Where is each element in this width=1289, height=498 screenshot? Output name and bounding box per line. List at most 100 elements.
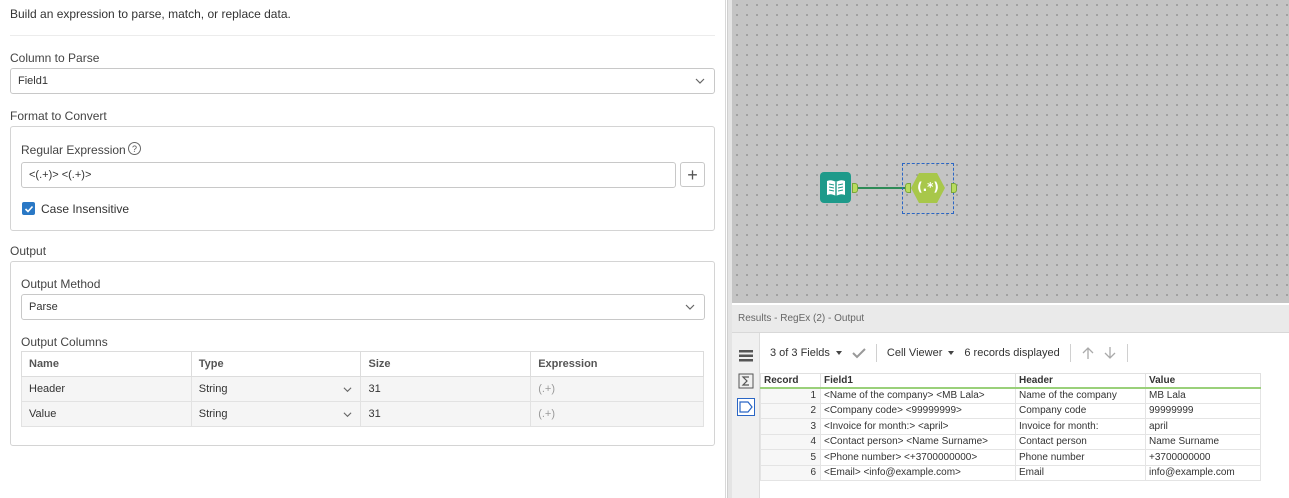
- tool-description: Build an expression to parse, match, or …: [10, 7, 291, 21]
- case-insensitive-checkbox[interactable]: [22, 202, 35, 215]
- table-view-icon[interactable]: [737, 347, 755, 365]
- column-header-size[interactable]: Size: [360, 351, 532, 377]
- regex-tool[interactable]: (.*): [911, 172, 945, 204]
- add-expression-button[interactable]: +: [680, 162, 705, 187]
- output-name-cell[interactable]: Value: [21, 401, 192, 427]
- value-cell[interactable]: info@example.com: [1145, 464, 1261, 481]
- input-data-tool[interactable]: [820, 172, 851, 203]
- chevron-down-icon: [344, 387, 352, 393]
- table-row[interactable]: 2 <Company code> <99999999> Company code…: [760, 402, 1261, 419]
- fields-selector-label: 3 of 3 Fields: [770, 347, 830, 359]
- table-row[interactable]: 1 <Name of the company> <MB Lala> Name o…: [760, 387, 1261, 404]
- column-header-field1[interactable]: Field1: [820, 373, 1016, 389]
- output-type-cell[interactable]: String: [190, 376, 362, 402]
- book-icon: [826, 179, 845, 196]
- column-header-name[interactable]: Name: [21, 351, 192, 377]
- table-row[interactable]: 5 <Phone number> <+3700000000> Phone num…: [760, 449, 1261, 466]
- table-row: Header String 31 (.+): [21, 376, 704, 402]
- grid-header-row: Record Field1 Header Value: [760, 373, 1261, 389]
- help-icon[interactable]: ?: [128, 142, 141, 155]
- arrow-down-icon[interactable]: [1103, 346, 1117, 360]
- output-expression-cell: (.+): [530, 376, 704, 402]
- output-method-select[interactable]: Parse: [21, 294, 705, 320]
- record-number: 2: [760, 402, 821, 419]
- caret-down-icon: [835, 351, 842, 355]
- output-name-cell[interactable]: Header: [21, 376, 192, 402]
- field1-cell[interactable]: <Name of the company> <MB Lala>: [820, 387, 1016, 404]
- value-cell[interactable]: Name Surname: [1145, 433, 1261, 450]
- output-type-value: String: [198, 383, 228, 395]
- connection-line[interactable]: [858, 187, 906, 189]
- record-number: 4: [760, 433, 821, 450]
- chevron-down-icon: [695, 78, 705, 84]
- records-displayed: 6 records displayed: [964, 347, 1060, 359]
- column-header-header[interactable]: Header: [1015, 373, 1146, 389]
- header-cell[interactable]: Invoice for month:: [1015, 418, 1146, 435]
- output-method-value: Parse: [29, 301, 58, 313]
- table-row: Value String 31 (.+): [21, 401, 704, 427]
- value-cell[interactable]: april: [1145, 418, 1261, 435]
- column-header-record[interactable]: Record: [760, 373, 821, 389]
- results-sidebar: [732, 333, 760, 498]
- toolbar-separator: [1126, 344, 1128, 362]
- value-cell[interactable]: MB Lala: [1145, 387, 1261, 404]
- output-anchor[interactable]: [951, 183, 957, 193]
- record-number: 6: [760, 464, 821, 481]
- output-expression-cell: (.+): [530, 401, 704, 427]
- divider: [10, 35, 715, 36]
- format-to-convert-box: Regular Expression ? <(.+)> <(.+)> + Cas…: [10, 126, 715, 231]
- table-row[interactable]: 3 <Invoice for month:> <april> Invoice f…: [760, 418, 1261, 435]
- results-toolbar: 3 of 3 Fields Cell Viewer 6 records disp…: [760, 333, 1289, 373]
- regex-label: Regular Expression: [21, 143, 126, 157]
- field1-cell[interactable]: <Invoice for month:> <april>: [820, 418, 1016, 435]
- arrow-up-icon[interactable]: [1081, 346, 1095, 360]
- output-columns-table: Name Type Size Expression Header String …: [21, 351, 704, 427]
- fields-selector[interactable]: 3 of 3 Fields: [770, 347, 842, 359]
- apply-check-icon[interactable]: [852, 347, 866, 359]
- tag-icon[interactable]: [737, 398, 755, 416]
- column-header-type[interactable]: Type: [190, 351, 362, 377]
- field1-cell[interactable]: <Phone number> <+3700000000>: [820, 449, 1016, 466]
- results-grid: Record Field1 Header Value 1 <Name of th…: [760, 373, 1261, 481]
- header-cell[interactable]: Name of the company: [1015, 387, 1146, 404]
- results-title: Results - RegEx (2) - Output: [732, 305, 1289, 333]
- header-cell[interactable]: Company code: [1015, 402, 1146, 419]
- field1-cell[interactable]: <Email> <info@example.com>: [820, 464, 1016, 481]
- column-header-value[interactable]: Value: [1145, 373, 1261, 389]
- checkmark-icon: [24, 205, 33, 213]
- chevron-down-icon: [344, 412, 352, 418]
- value-cell[interactable]: 99999999: [1145, 402, 1261, 419]
- header-cell[interactable]: Contact person: [1015, 433, 1146, 450]
- sigma-icon[interactable]: [737, 372, 755, 390]
- value-cell[interactable]: +3700000000: [1145, 449, 1261, 466]
- caret-down-icon: [948, 351, 955, 355]
- column-to-parse-select[interactable]: Field1: [10, 68, 715, 94]
- column-header-expression[interactable]: Expression: [530, 351, 704, 377]
- chevron-down-icon: [685, 304, 695, 310]
- header-cell[interactable]: Email: [1015, 464, 1146, 481]
- header-cell[interactable]: Phone number: [1015, 449, 1146, 466]
- cell-viewer-dropdown[interactable]: Cell Viewer: [886, 347, 955, 359]
- field1-cell[interactable]: <Company code> <99999999>: [820, 402, 1016, 419]
- record-number: 3: [760, 418, 821, 435]
- regex-tool-label: (.*): [917, 180, 939, 194]
- output-type-cell[interactable]: String: [190, 401, 362, 427]
- table-row[interactable]: 6 <Email> <info@example.com> Email info@…: [760, 464, 1261, 481]
- format-to-convert-label: Format to Convert: [10, 109, 107, 123]
- regex-input[interactable]: <(.+)> <(.+)>: [21, 162, 676, 188]
- table-row[interactable]: 4 <Contact person> <Name Surname> Contac…: [760, 433, 1261, 450]
- field1-cell[interactable]: <Contact person> <Name Surname>: [820, 433, 1016, 450]
- configuration-panel: Build an expression to parse, match, or …: [0, 0, 726, 498]
- record-number: 1: [760, 387, 821, 404]
- workflow-canvas[interactable]: [732, 0, 1289, 303]
- output-method-label: Output Method: [21, 277, 101, 291]
- column-to-parse-value: Field1: [18, 75, 48, 87]
- regex-input-value: <(.+)> <(.+)>: [29, 169, 92, 181]
- record-number: 5: [760, 449, 821, 466]
- results-window: Results - RegEx (2) - Output 3 of 3 Fiel…: [732, 305, 1289, 498]
- output-size-cell[interactable]: 31: [360, 376, 532, 402]
- table-header-row: Name Type Size Expression: [21, 351, 704, 377]
- toolbar-separator: [875, 344, 877, 362]
- cell-viewer-label: Cell Viewer: [886, 347, 943, 359]
- output-size-cell[interactable]: 31: [360, 401, 532, 427]
